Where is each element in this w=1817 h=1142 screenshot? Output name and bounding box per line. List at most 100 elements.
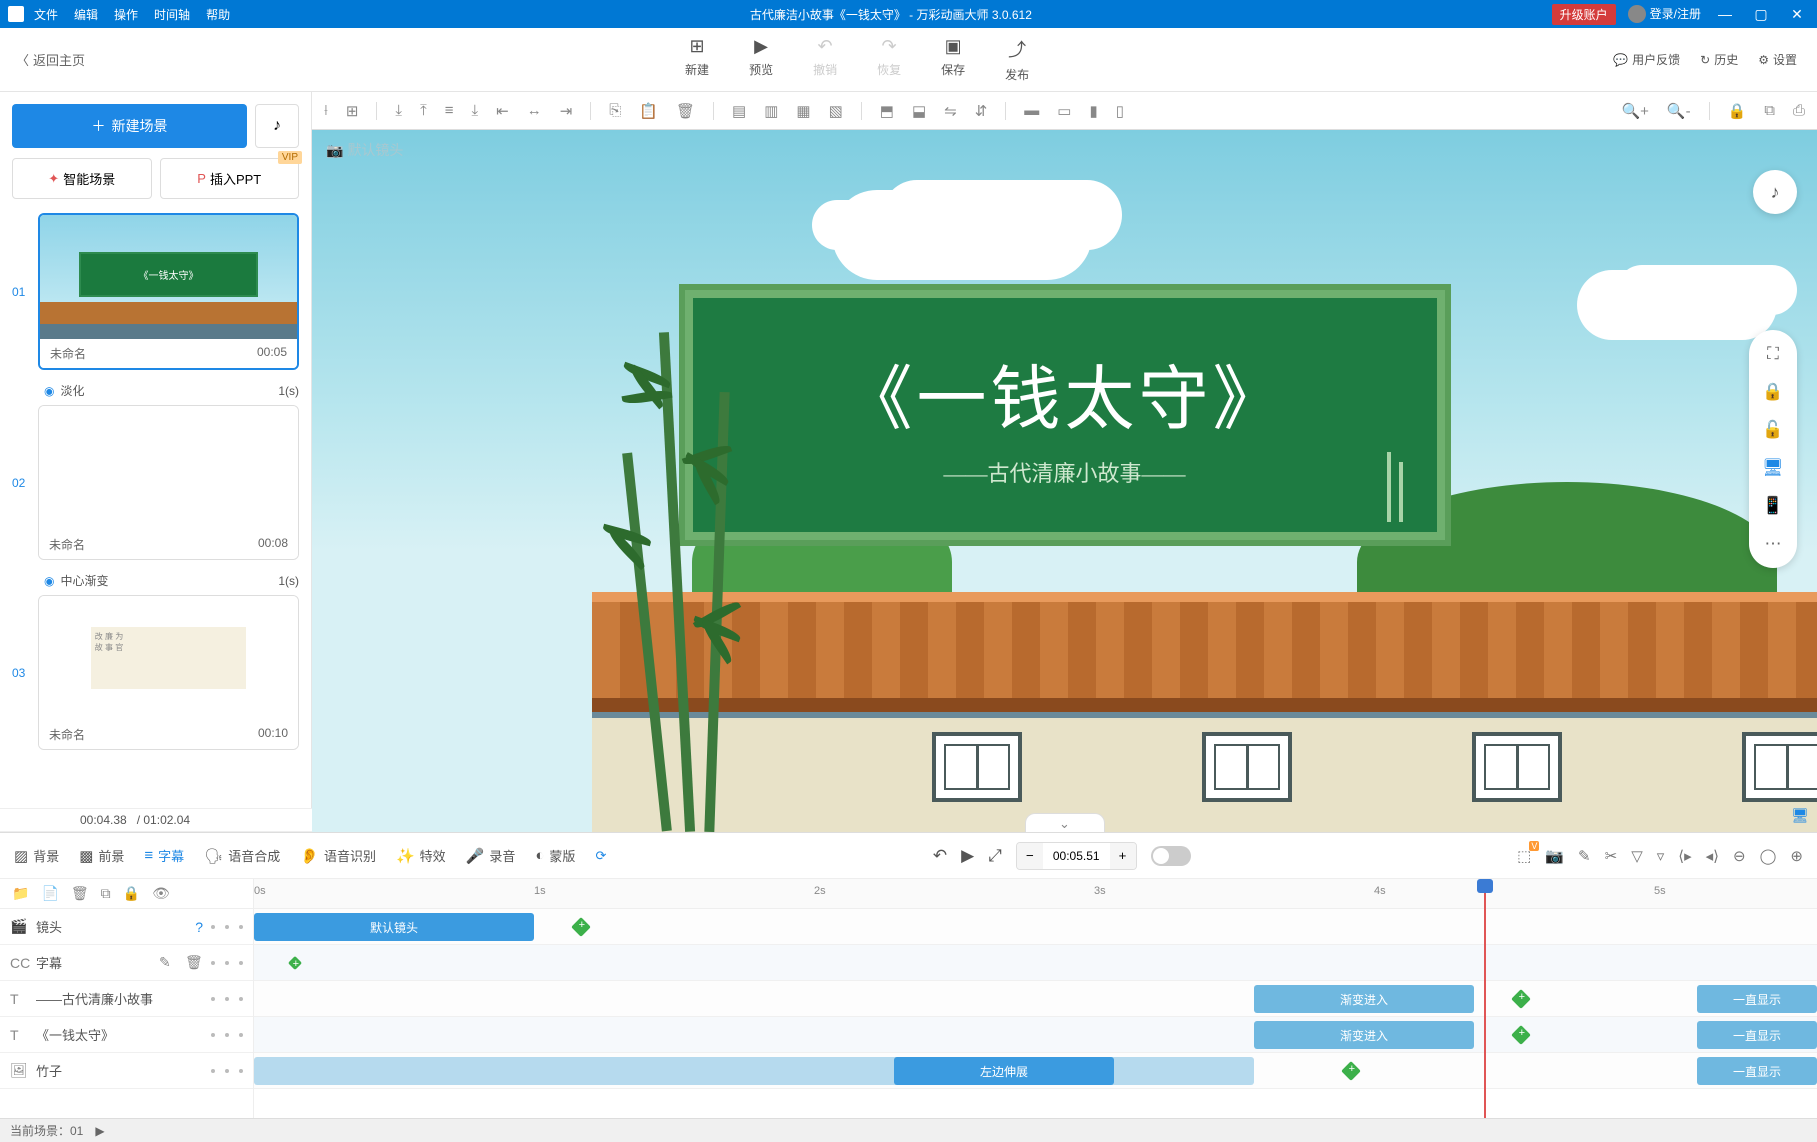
align-middle-icon[interactable]: ≡ [445, 102, 454, 119]
filter-tool-icon[interactable]: ▽ [1631, 847, 1643, 865]
flip-h-icon[interactable]: ⇋ [944, 102, 957, 120]
clip-always-show[interactable]: 一直显示 [1697, 985, 1817, 1013]
login-button[interactable]: 登录/注册 [1628, 5, 1701, 24]
copy-icon[interactable]: ⎘ [609, 102, 621, 119]
track-subtitle[interactable]: CC 字幕 ✎ 🗑 [0, 945, 253, 981]
visibility-icon[interactable]: 👁 [152, 885, 170, 902]
redo-button[interactable]: ↷恢复 [877, 36, 901, 83]
delete-icon[interactable]: 🗑 [676, 102, 695, 120]
track-row[interactable]: 左边伸展 一直显示 [254, 1053, 1817, 1089]
track-row[interactable] [254, 945, 1817, 981]
zoom-in-icon[interactable]: 🔍+ [1621, 102, 1648, 120]
track-row[interactable]: 渐变进入 一直显示 [254, 981, 1817, 1017]
tab-mask[interactable]: ◐蒙版 [535, 846, 575, 865]
import-icon[interactable]: ⤓ [395, 102, 402, 119]
keyframe-add-icon[interactable] [571, 917, 591, 937]
fullscreen-icon[interactable]: ⛶ [1767, 344, 1779, 364]
tab-background[interactable]: ▨背景 [14, 846, 59, 865]
clip-fade-in[interactable]: 渐变进入 [1254, 985, 1474, 1013]
align-center-icon[interactable]: ↔ [527, 102, 542, 119]
tab-foreground[interactable]: ▩前景 [79, 846, 124, 865]
lock-view-icon[interactable]: 🔒 [1762, 382, 1783, 402]
grid-icon[interactable]: ⊞ [346, 102, 359, 120]
track-row[interactable]: 默认镜头 [254, 909, 1817, 945]
group-icon[interactable]: ⬒ [880, 102, 894, 120]
maximize-icon[interactable]: ▢ [1749, 6, 1773, 23]
bring-front-icon[interactable]: ▤ [732, 102, 746, 120]
collapse-stage-button[interactable]: ⌄ [1025, 813, 1105, 832]
bring-forward-icon[interactable]: ▥ [764, 102, 778, 120]
layer1-icon[interactable]: ▬ [1024, 102, 1039, 119]
scene-item[interactable]: 01 《一钱太守》 未命名00:05 [12, 213, 299, 370]
menu-file[interactable]: 文件 [34, 6, 58, 23]
clip-default-camera[interactable]: 默认镜头 [254, 913, 534, 941]
tab-subtitle[interactable]: ≡字幕 [144, 846, 184, 865]
minimize-icon[interactable]: — [1713, 6, 1737, 22]
tab-record[interactable]: 🎤录音 [466, 846, 516, 865]
menu-action[interactable]: 操作 [114, 6, 138, 23]
duplicate-icon[interactable]: ⧉ [1764, 102, 1775, 119]
playhead[interactable] [1484, 879, 1486, 1118]
play-button-icon[interactable]: ▶ [961, 846, 974, 866]
filter2-tool-icon[interactable]: ▿ [1657, 847, 1665, 865]
zoom-in-tl-icon[interactable]: ⊕ [1790, 847, 1803, 865]
ai-scene-button[interactable]: ✦智能场景 [12, 158, 152, 199]
track-camera[interactable]: 🎬 镜头 ? [0, 909, 253, 945]
add-folder-icon[interactable]: 📁 [12, 885, 29, 902]
track-row[interactable]: 渐变进入 一直显示 [254, 1017, 1817, 1053]
upgrade-button[interactable]: 升级账户 [1552, 4, 1616, 25]
edit-icon[interactable]: ✎ [159, 954, 177, 971]
scene-item[interactable]: 03 改 廉 为故 事 官 未命名00:10 [12, 595, 299, 750]
publish-button[interactable]: ⤴发布 [1005, 36, 1029, 83]
keyframe-icon[interactable] [288, 956, 302, 970]
marker-in-icon[interactable]: ⟨▸ [1678, 847, 1691, 865]
align-bottom-icon[interactable]: ⤓ [471, 102, 478, 119]
clip-always-show[interactable]: 一直显示 [1697, 1057, 1817, 1085]
zoom-out-tl-icon[interactable]: ⊖ [1733, 847, 1746, 865]
paste-icon[interactable]: 📋 [639, 102, 658, 120]
keyframe-add-icon[interactable] [1511, 989, 1531, 1009]
duplicate-track-icon[interactable]: ⧉ [101, 885, 111, 902]
layer3-icon[interactable]: ▮ [1089, 102, 1097, 120]
back-home-button[interactable]: 〈 返回主页 [0, 50, 101, 69]
flip-v-icon[interactable]: ⇵ [975, 102, 988, 120]
ruler-icon[interactable]: ⟊ [324, 102, 328, 119]
time-minus-button[interactable]: − [1017, 843, 1043, 869]
clip-stretch-left[interactable]: 左边伸展 [894, 1057, 1114, 1085]
track-image-bamboo[interactable]: 🖼 竹子 [0, 1053, 253, 1089]
delete-track-icon[interactable]: 🗑 [71, 885, 89, 902]
zoom-fit-tl-icon[interactable]: ◯ [1760, 847, 1777, 865]
keyframe-tool-icon[interactable]: ⬚V [1517, 847, 1531, 865]
layer4-icon[interactable]: ▯ [1116, 102, 1124, 120]
menu-edit[interactable]: 编辑 [74, 6, 98, 23]
transition-item[interactable]: ◉ 淡化 1(s) [12, 376, 299, 405]
export-icon[interactable]: ⎙ [1793, 102, 1805, 119]
cut-tool-icon[interactable]: ✂ [1605, 847, 1618, 865]
scene-item[interactable]: 02 未命名00:08 [12, 405, 299, 560]
align-left-icon[interactable]: ⇤ [496, 102, 509, 120]
desktop-icon[interactable]: 🖥 [1762, 458, 1784, 478]
menu-help[interactable]: 帮助 [206, 6, 230, 23]
delete-icon[interactable]: 🗑 [185, 954, 203, 971]
new-button[interactable]: ⊞新建 [685, 36, 709, 83]
layer2-icon[interactable]: ▭ [1057, 102, 1071, 120]
lock-track-icon[interactable]: 🔒 [123, 885, 140, 902]
timeline-ruler[interactable]: 0s 1s 2s 3s 4s 5s [254, 879, 1817, 909]
settings-button[interactable]: ⚙设置 [1758, 51, 1797, 68]
zoom-out-icon[interactable]: 🔍- [1667, 102, 1691, 120]
keyframe-add-icon[interactable] [1341, 1061, 1361, 1081]
stage-canvas[interactable]: 📷默认镜头 《一钱太守》 ——古代清廉小故事—— [312, 130, 1817, 832]
lock-icon[interactable]: 🔒 [1728, 102, 1747, 120]
marker-out-icon[interactable]: ◂⟩ [1706, 847, 1719, 865]
sync-icon[interactable]: ⟳ [595, 848, 606, 864]
time-plus-button[interactable]: + [1110, 843, 1136, 869]
ungroup-icon[interactable]: ⬓ [912, 102, 926, 120]
title-signboard[interactable]: 《一钱太守》 ——古代清廉小故事—— [685, 290, 1445, 540]
track-text-1[interactable]: T ——古代清廉小故事 [0, 981, 253, 1017]
more-icon[interactable]: ⋯ [1765, 534, 1782, 554]
new-scene-button[interactable]: ＋新建场景 [12, 104, 247, 148]
clip-always-show[interactable]: 一直显示 [1697, 1021, 1817, 1049]
stage-music-button[interactable]: ♪ [1753, 170, 1797, 214]
tab-fx[interactable]: ✨特效 [396, 846, 446, 865]
scene-music-button[interactable]: ♪ [255, 104, 299, 148]
